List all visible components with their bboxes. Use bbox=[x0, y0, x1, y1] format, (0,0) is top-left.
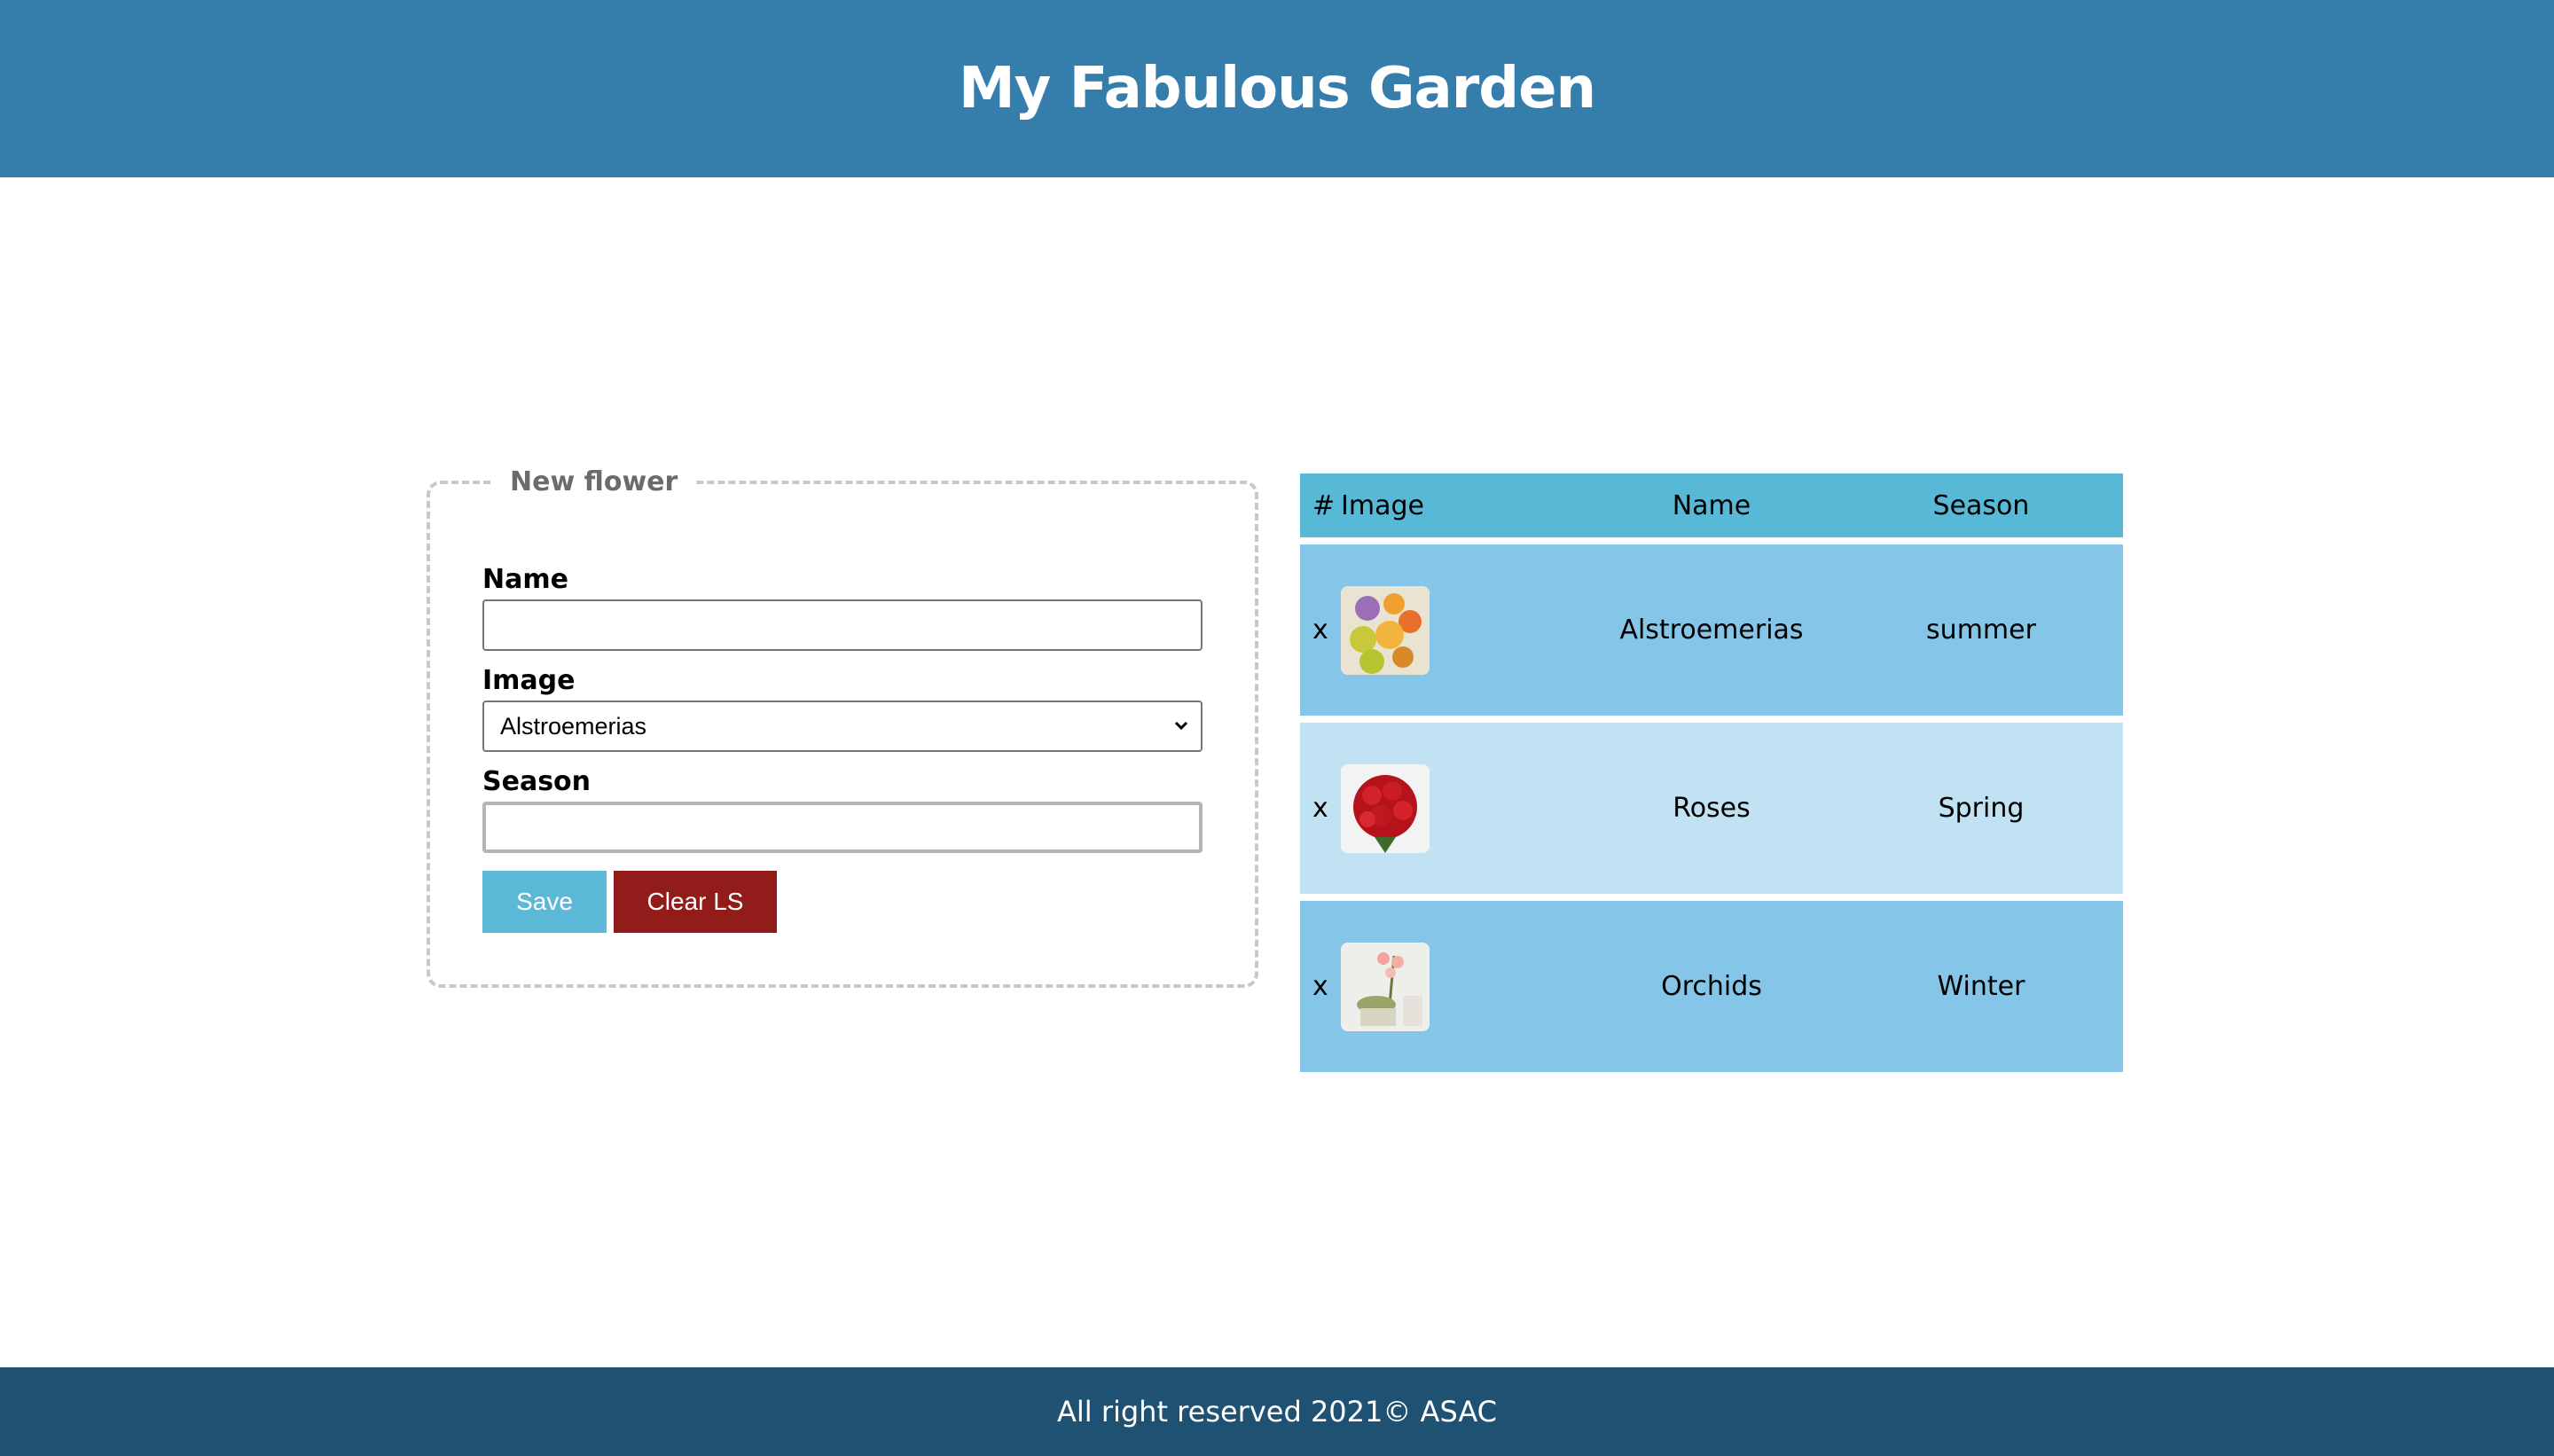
flower-name: Orchids bbox=[1661, 971, 1762, 1002]
flower-name: Alstroemerias bbox=[1619, 614, 1804, 646]
flower-name: Roses bbox=[1673, 793, 1751, 824]
flower-thumbnail bbox=[1341, 544, 1430, 716]
name-label: Name bbox=[482, 564, 568, 595]
flower-thumbnail bbox=[1341, 901, 1430, 1072]
footer-text: All right reserved 2021© ASAC bbox=[1056, 1395, 1498, 1429]
roses-photo-icon bbox=[1341, 763, 1430, 853]
image-select[interactable]: Alstroemerias bbox=[482, 701, 1203, 752]
flower-season: summer bbox=[1926, 614, 2036, 646]
remove-row-button[interactable]: x bbox=[1312, 544, 1328, 716]
remove-row-button[interactable]: x bbox=[1312, 901, 1328, 1072]
image-select-value: Alstroemerias bbox=[500, 713, 647, 740]
chevron-down-icon bbox=[1174, 721, 1188, 731]
save-button[interactable]: Save bbox=[482, 871, 607, 933]
form-legend: New flower bbox=[492, 463, 696, 502]
remove-row-button[interactable]: x bbox=[1312, 723, 1328, 894]
season-input[interactable] bbox=[482, 802, 1203, 853]
page-header: My Fabulous Garden bbox=[0, 0, 2554, 177]
image-label: Image bbox=[482, 665, 576, 696]
header-season: Season bbox=[1932, 489, 2030, 521]
header-image: Image bbox=[1341, 489, 1424, 521]
orchids-photo-icon bbox=[1341, 942, 1430, 1031]
table-row: x Alstroemerias summer bbox=[1300, 544, 2123, 716]
header-name: Name bbox=[1672, 489, 1751, 521]
flowers-table: # Image Name Season x Alstroemerias summ… bbox=[1300, 474, 2123, 1072]
alstroemerias-photo-icon bbox=[1341, 585, 1430, 675]
season-label: Season bbox=[482, 766, 591, 797]
page-footer: All right reserved 2021© ASAC bbox=[0, 1367, 2554, 1456]
table-row: x Roses Spring bbox=[1300, 723, 2123, 894]
table-header: # Image Name Season bbox=[1300, 474, 2123, 537]
flower-season: Spring bbox=[1938, 793, 2025, 824]
name-input[interactable] bbox=[482, 599, 1203, 651]
clear-ls-button[interactable]: Clear LS bbox=[614, 871, 777, 933]
flower-thumbnail bbox=[1341, 723, 1430, 894]
flower-season: Winter bbox=[1937, 971, 2025, 1002]
page-title: My Fabulous Garden bbox=[958, 56, 1596, 121]
table-row: x Orchids Winter bbox=[1300, 901, 2123, 1072]
header-hash: # bbox=[1312, 489, 1336, 521]
